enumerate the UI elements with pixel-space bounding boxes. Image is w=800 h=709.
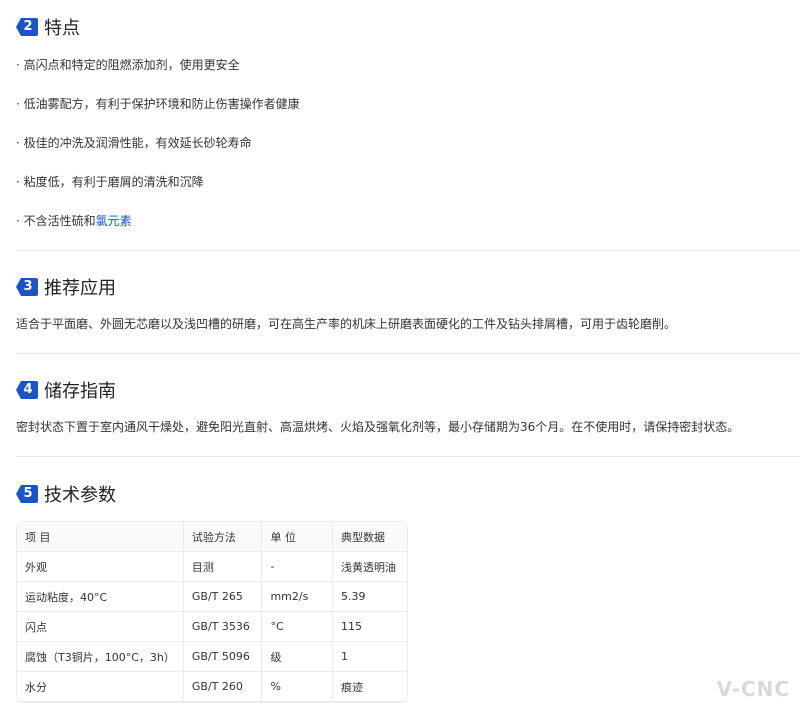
table-cell: 目测 <box>183 552 263 582</box>
table-cell: 外观 <box>17 552 184 582</box>
table-cell: % <box>262 672 333 702</box>
section-title: 储存指南 <box>44 381 116 402</box>
spec-table: 项 目 试验方法 单 位 典型数据 外观 目测 - 浅黄透明油 运动粘度，40°… <box>16 521 408 703</box>
feature-item-text: · 不含活性硫和 <box>16 214 96 228</box>
feature-item: · 低油雾配方，有利于保护环境和防止伤害操作者健康 <box>16 97 300 111</box>
section-number-badge: 2 <box>16 18 38 36</box>
table-cell: 浅黄透明油 <box>333 552 407 582</box>
table-cell: 水分 <box>17 672 184 702</box>
section-features-heading: 2 特点 <box>16 14 80 40</box>
section-divider <box>16 353 800 354</box>
table-row: 外观 目测 - 浅黄透明油 <box>17 552 407 582</box>
table-header-row: 项 目 试验方法 单 位 典型数据 <box>17 522 407 552</box>
applications-text: 适合于平面磨、外圆无芯磨以及浅凹槽的研磨，可在高生产率的机床上研磨表面硬化的工件… <box>16 317 677 331</box>
table-cell: 腐蚀（T3铜片，100°C，3h） <box>17 642 184 672</box>
section-title: 特点 <box>44 18 80 39</box>
table-cell: 级 <box>262 642 333 672</box>
table-cell: - <box>262 552 333 582</box>
feature-item: · 不含活性硫和氯元素 <box>16 214 132 228</box>
table-cell: GB/T 5096 <box>183 642 263 672</box>
table-cell: °C <box>262 612 333 642</box>
table-row: 运动粘度，40°C GB/T 265 mm2/s 5.39 <box>17 582 407 612</box>
table-row: 闪点 GB/T 3536 °C 115 <box>17 612 407 642</box>
table-cell: mm2/s <box>262 582 333 612</box>
table-cell: GB/T 265 <box>183 582 263 612</box>
section-divider <box>16 250 800 251</box>
section-number-badge: 5 <box>16 485 38 503</box>
feature-item: · 极佳的冲洗及润滑性能，有效延长砂轮寿命 <box>16 136 252 150</box>
table-row: 水分 GB/T 260 % 痕迹 <box>17 672 407 702</box>
section-title: 推荐应用 <box>44 278 116 299</box>
feature-item: · 粘度低，有利于磨屑的清洗和沉降 <box>16 175 204 189</box>
column-header: 单 位 <box>262 522 333 552</box>
table-row: 腐蚀（T3铜片，100°C，3h） GB/T 5096 级 1 <box>17 642 407 672</box>
storage-text: 密封状态下置于室内通风干燥处，避免阳光直射、高温烘烤、火焰及强氧化剂等，最小存储… <box>16 420 740 434</box>
section-specs-heading: 5 技术参数 <box>16 481 116 507</box>
section-storage-heading: 4 储存指南 <box>16 377 116 403</box>
section-divider <box>16 456 800 457</box>
table-cell: GB/T 3536 <box>183 612 263 642</box>
column-header: 项 目 <box>17 522 184 552</box>
table-cell: 闪点 <box>17 612 184 642</box>
table-cell: 1 <box>333 642 407 672</box>
section-number-badge: 3 <box>16 278 38 296</box>
watermark-logo: V-CNC <box>716 677 790 701</box>
table-cell: 痕迹 <box>333 672 407 702</box>
section-title: 技术参数 <box>44 485 116 506</box>
feature-item: · 高闪点和特定的阻燃添加剂，使用更安全 <box>16 58 240 72</box>
section-applications-heading: 3 推荐应用 <box>16 274 116 300</box>
table-cell: 115 <box>333 612 407 642</box>
section-number-badge: 4 <box>16 381 38 399</box>
column-header: 试验方法 <box>183 522 263 552</box>
table-cell: 运动粘度，40°C <box>17 582 184 612</box>
chlorine-link[interactable]: 氯元素 <box>96 214 132 228</box>
table-cell: 5.39 <box>333 582 407 612</box>
column-header: 典型数据 <box>333 522 407 552</box>
table-cell: GB/T 260 <box>183 672 263 702</box>
